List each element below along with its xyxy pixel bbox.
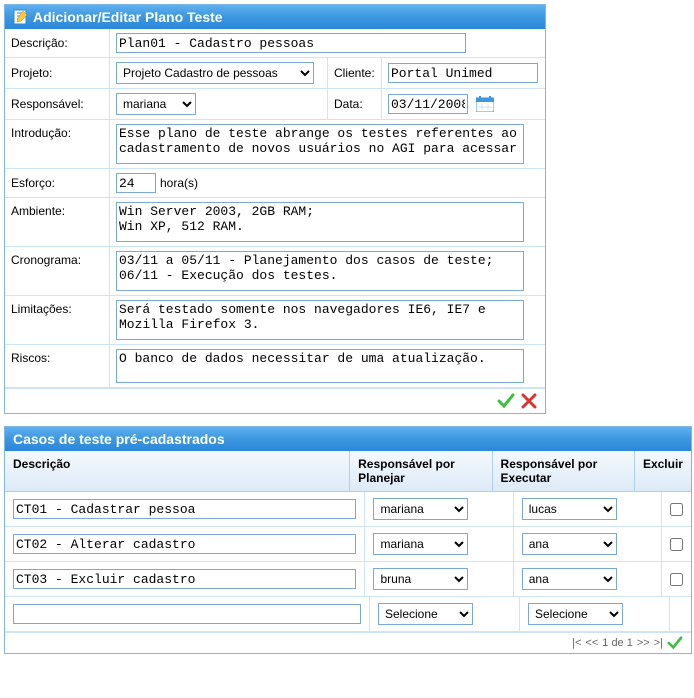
- row-executar-select[interactable]: ana: [522, 533, 617, 555]
- row-planejar-select[interactable]: mariana: [373, 498, 468, 520]
- table-row: bruna ana: [5, 562, 691, 597]
- row-planejar-select[interactable]: Selecione: [378, 603, 473, 625]
- row-descricao-input[interactable]: [13, 534, 356, 554]
- pager-confirm-icon[interactable]: [667, 636, 683, 650]
- form-panel-header: Adicionar/Editar Plano Teste: [5, 5, 545, 29]
- row-planejar-select[interactable]: mariana: [373, 533, 468, 555]
- row-descricao-input[interactable]: [13, 499, 356, 519]
- label-limitacoes: Limitações:: [5, 296, 109, 344]
- input-cliente[interactable]: [388, 63, 538, 83]
- textarea-cronograma[interactable]: 03/11 a 05/11 - Planejamento dos casos d…: [116, 251, 524, 291]
- cancel-icon[interactable]: [521, 393, 537, 409]
- label-riscos: Riscos:: [5, 345, 109, 387]
- pager-prev[interactable]: <<: [585, 637, 598, 649]
- label-esforco: Esforço:: [5, 169, 109, 197]
- textarea-introducao[interactable]: Esse plano de teste abrange os testes re…: [116, 124, 524, 164]
- select-responsavel[interactable]: mariana: [116, 93, 196, 115]
- calendar-icon[interactable]: [476, 96, 494, 112]
- grid-panel-header: Casos de teste pré-cadastrados: [5, 427, 691, 451]
- row-planejar-select[interactable]: bruna: [373, 568, 468, 590]
- grid-body: marianalucasmarianaanabrunaanaSelecioneS…: [5, 492, 691, 632]
- form-body: Descrição: Projeto: Projeto Cadastro de …: [5, 29, 545, 413]
- th-executar: Responsável por Executar: [493, 451, 635, 491]
- pager-text: 1 de 1: [602, 637, 633, 649]
- row-executar-select[interactable]: Selecione: [528, 603, 623, 625]
- form-panel: Adicionar/Editar Plano Teste Descrição: …: [4, 4, 546, 414]
- row-excluir-checkbox[interactable]: [670, 573, 683, 586]
- pager: |< << 1 de 1 >> >|: [5, 632, 691, 653]
- th-descricao: Descrição: [5, 451, 350, 491]
- pager-first[interactable]: |<: [572, 637, 581, 649]
- esforco-suffix: hora(s): [160, 176, 198, 190]
- row-excluir-checkbox[interactable]: [670, 538, 683, 551]
- input-esforco[interactable]: [116, 173, 156, 193]
- input-descricao[interactable]: [116, 33, 466, 53]
- label-cronograma: Cronograma:: [5, 247, 109, 295]
- th-planejar: Responsável por Planejar: [350, 451, 492, 491]
- grid-panel: Casos de teste pré-cadastrados Descrição…: [4, 426, 692, 654]
- textarea-riscos[interactable]: O banco de dados necessitar de uma atual…: [116, 349, 524, 383]
- edit-icon: [13, 9, 29, 25]
- label-data: Data:: [327, 89, 381, 119]
- table-row: Selecione Selecione: [5, 597, 691, 632]
- textarea-limitacoes[interactable]: Será testado somente nos navegadores IE6…: [116, 300, 524, 340]
- row-excluir-checkbox[interactable]: [670, 503, 683, 516]
- grid-title: Casos de teste pré-cadastrados: [13, 431, 225, 447]
- row-descricao-input[interactable]: [13, 569, 356, 589]
- label-ambiente: Ambiente:: [5, 198, 109, 246]
- form-title: Adicionar/Editar Plano Teste: [33, 9, 223, 25]
- label-descricao: Descrição:: [5, 29, 109, 57]
- label-responsavel: Responsável:: [5, 89, 109, 119]
- label-cliente: Cliente:: [327, 58, 381, 88]
- row-descricao-input[interactable]: [13, 604, 361, 624]
- select-projeto[interactable]: Projeto Cadastro de pessoas: [116, 62, 314, 84]
- table-row: mariana lucas: [5, 492, 691, 527]
- row-executar-select[interactable]: ana: [522, 568, 617, 590]
- confirm-icon[interactable]: [497, 393, 515, 409]
- pager-last[interactable]: >|: [654, 637, 663, 649]
- pager-next[interactable]: >>: [637, 637, 650, 649]
- form-actions: [5, 388, 545, 413]
- textarea-ambiente[interactable]: Win Server 2003, 2GB RAM; Win XP, 512 RA…: [116, 202, 524, 242]
- table-row: mariana ana: [5, 527, 691, 562]
- grid-header-row: Descrição Responsável por Planejar Respo…: [5, 451, 691, 492]
- label-introducao: Introdução:: [5, 120, 109, 168]
- row-executar-select[interactable]: lucas: [522, 498, 617, 520]
- input-data[interactable]: [388, 94, 468, 114]
- label-projeto: Projeto:: [5, 58, 109, 88]
- th-excluir: Excluir: [635, 451, 691, 491]
